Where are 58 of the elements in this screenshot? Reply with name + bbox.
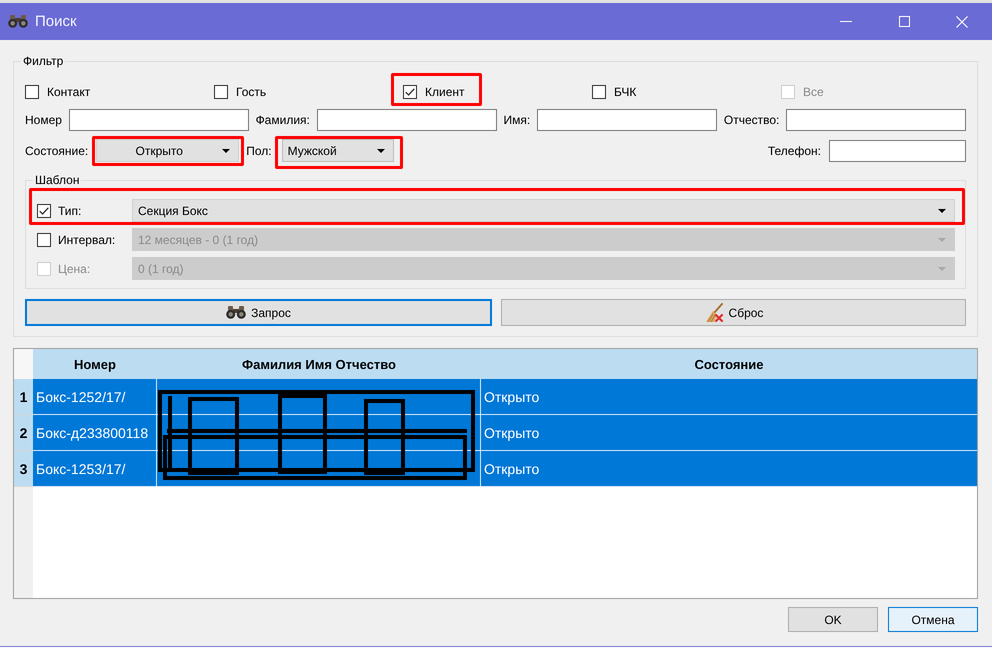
- checkbox[interactable]: [592, 85, 606, 99]
- field-label: Имя:: [504, 113, 530, 127]
- checkbox-label: БЧК: [614, 85, 636, 99]
- row-header[interactable]: 2: [14, 415, 33, 451]
- caret-icon: [376, 148, 385, 152]
- binoculars-icon: [226, 306, 246, 319]
- checkmark-icon: [405, 88, 415, 96]
- column-header[interactable]: Состояние: [481, 349, 977, 379]
- column-header[interactable]: Фамилия Имя Отчество: [157, 349, 481, 379]
- dropdown[interactable]: Открыто: [96, 139, 240, 162]
- checkbox-label: Контакт: [47, 85, 90, 99]
- cancel-button[interactable]: Отмена: [888, 607, 978, 632]
- field-label: Телефон:: [768, 144, 821, 158]
- input-field[interactable]: [786, 109, 966, 131]
- table-row[interactable]: Бокс-1252/17/ Открыто: [33, 379, 977, 415]
- checkmark-icon: [39, 206, 49, 214]
- input-field[interactable]: [68, 109, 249, 131]
- row-header[interactable]: 3: [14, 451, 33, 487]
- group-title: Шаблон: [34, 173, 80, 187]
- caret-icon: [938, 238, 946, 242]
- checkbox[interactable]: [37, 204, 51, 218]
- input-field[interactable]: [537, 109, 717, 131]
- binoculars-icon: [8, 15, 28, 28]
- field-label: Фамилия:: [256, 113, 310, 127]
- checkbox[interactable]: [403, 85, 417, 99]
- caret-icon: [222, 148, 230, 152]
- close-icon: [956, 16, 968, 28]
- row-header[interactable]: 1: [14, 379, 33, 415]
- checkbox[interactable]: [25, 85, 39, 99]
- table-cell: Открыто: [481, 451, 977, 487]
- dropdown[interactable]: Секция Бокс: [132, 199, 955, 222]
- minimize-icon: [840, 21, 852, 22]
- window-title: Поиск: [35, 13, 77, 30]
- ok-button[interactable]: OK: [788, 607, 878, 632]
- input-field[interactable]: [316, 109, 496, 131]
- field-label: Отчество:: [724, 113, 780, 127]
- field-label: Состояние:: [25, 144, 88, 158]
- field-label: Тип:: [58, 204, 82, 218]
- caret-icon: [938, 208, 946, 212]
- column-header[interactable]: Номер: [33, 349, 157, 379]
- dropdown[interactable]: Мужской: [282, 139, 394, 162]
- checkbox[interactable]: [37, 232, 51, 246]
- checkbox-label: Клиент: [425, 85, 464, 99]
- input-field[interactable]: [829, 140, 966, 162]
- field-label: Пол:: [246, 144, 272, 158]
- field-label: Номер: [25, 113, 62, 127]
- checkbox[interactable]: [214, 85, 228, 99]
- broom-icon: [704, 302, 724, 322]
- group-title: Фильтр: [22, 54, 64, 68]
- field-label: Интервал:: [58, 232, 116, 246]
- query-button[interactable]: Запрос: [25, 299, 492, 326]
- reset-button[interactable]: Сброс: [501, 299, 966, 326]
- checkbox-label: Гость: [236, 85, 266, 99]
- field-label: Цена:: [58, 262, 92, 276]
- caret-icon: [938, 266, 946, 270]
- maximize-icon: [898, 16, 910, 27]
- table-cell: Бокс-1253/17/: [33, 451, 157, 487]
- checkbox-label: Все: [803, 85, 824, 99]
